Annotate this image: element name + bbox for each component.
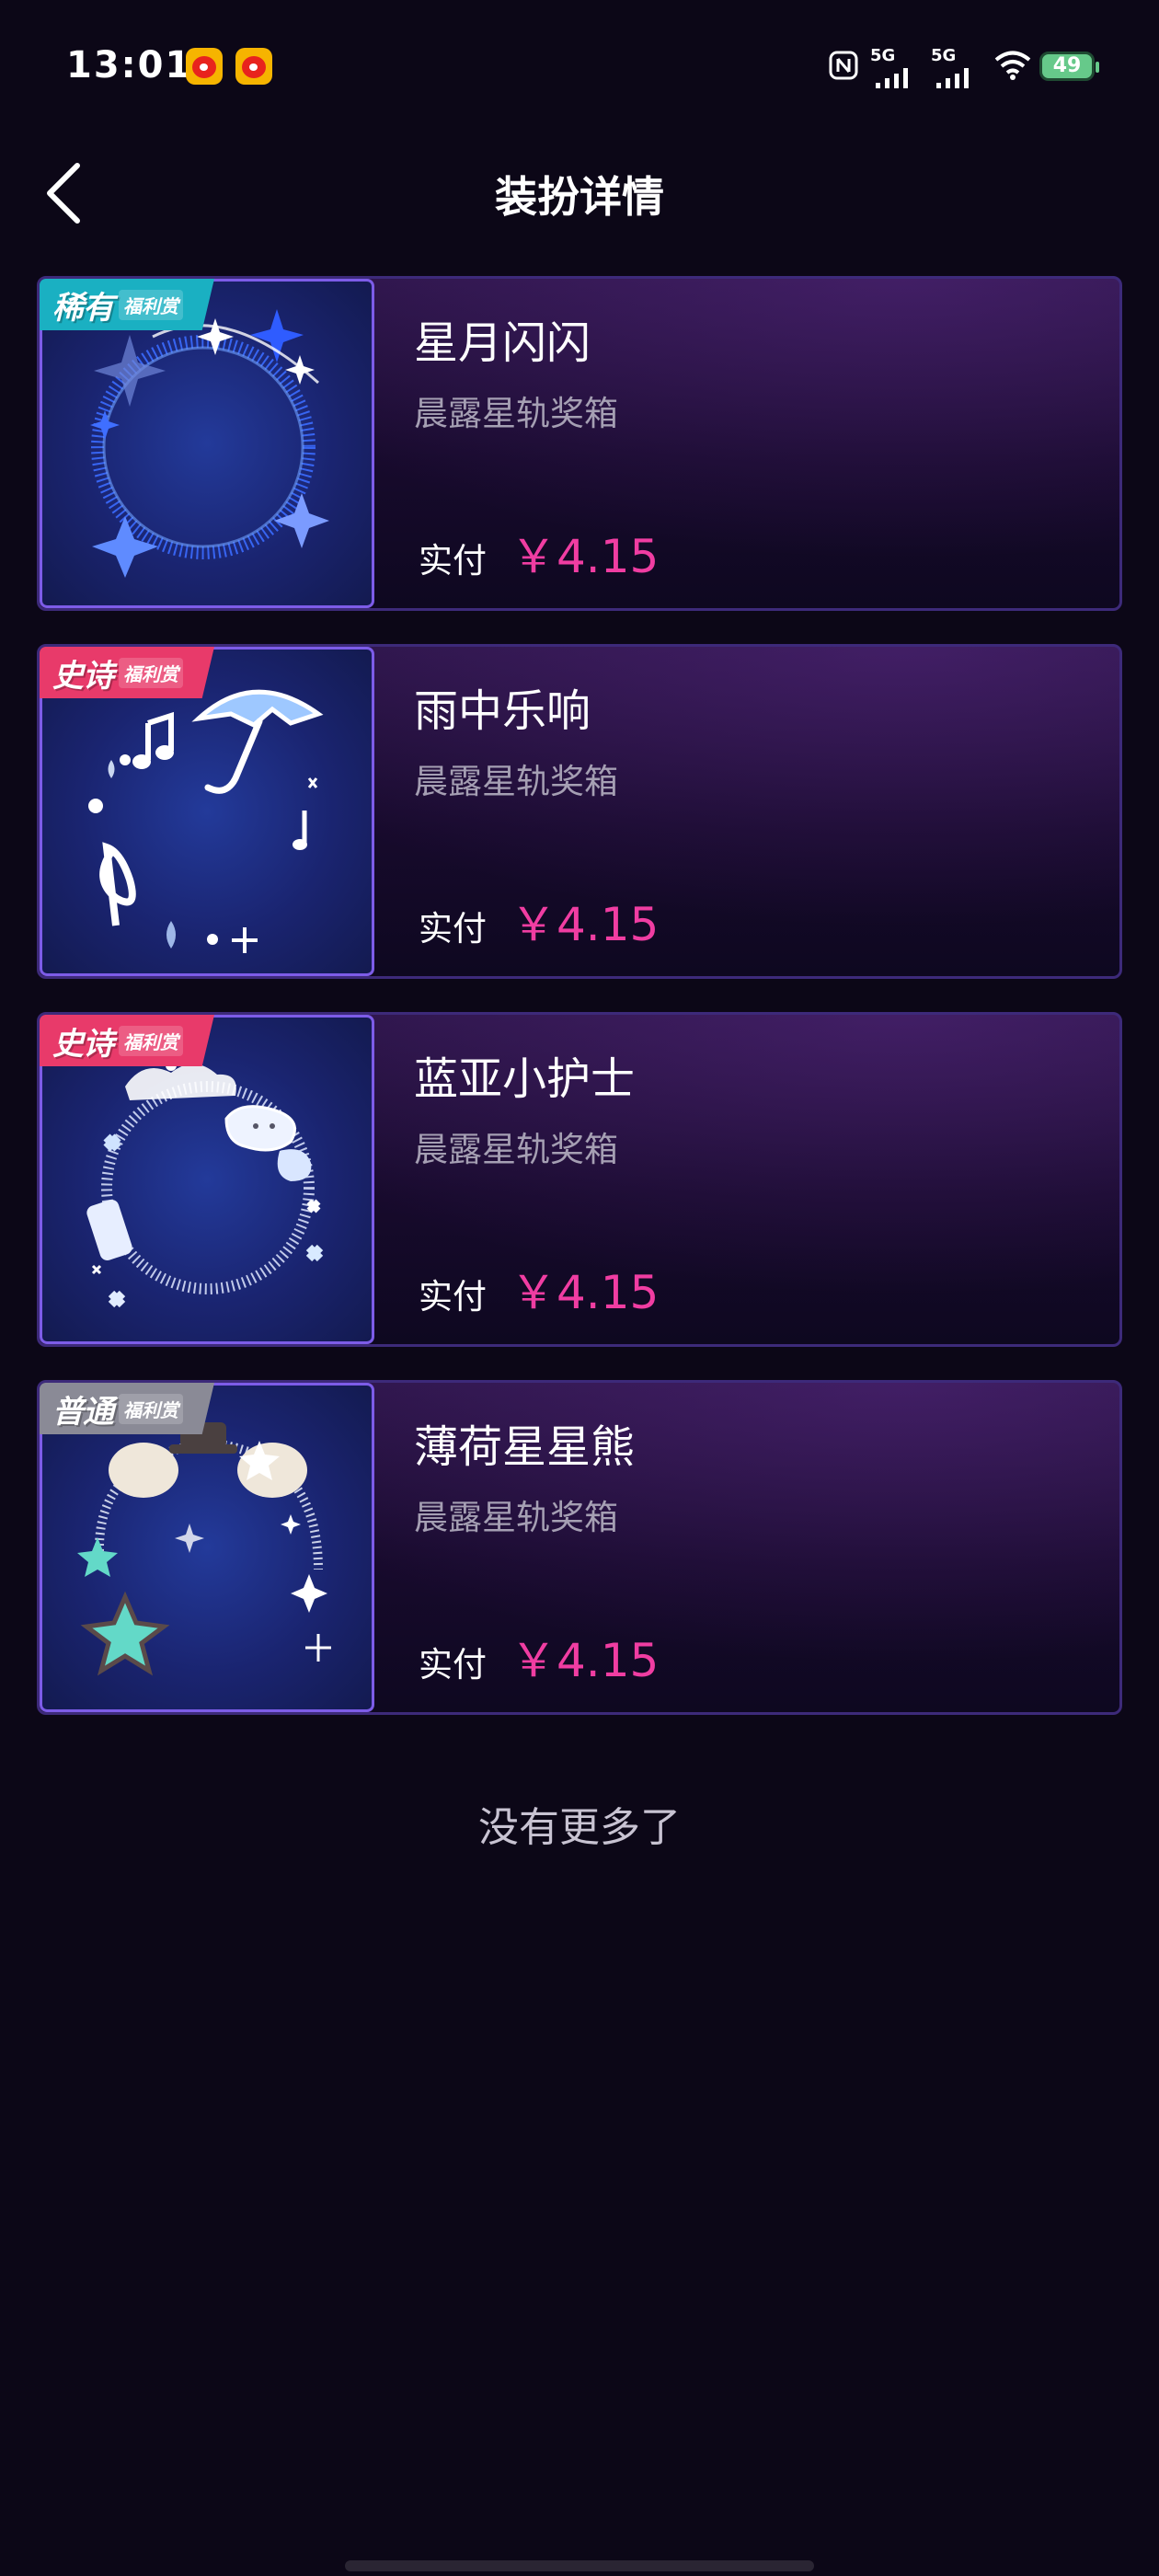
- price-row: 实付 ￥4.15: [419, 888, 659, 954]
- page-header: 装扮详情: [0, 138, 1159, 248]
- item-card[interactable]: 稀有 福利赏 星月闪闪 晨露星轨奖箱 实付 ￥4.15: [37, 276, 1122, 611]
- rarity-label: 稀有: [52, 289, 114, 327]
- item-source: 晨露星轨奖箱: [414, 1498, 618, 1537]
- wifi-icon: [994, 51, 1031, 80]
- status-bar: 13:01 5G 5G 49: [0, 0, 1159, 138]
- item-info: 薄荷星星熊 晨露星轨奖箱 实付 ￥4.15: [414, 1383, 1101, 1712]
- item-info: 蓝亚小护士 晨露星轨奖箱 实付 ￥4.15: [414, 1015, 1101, 1344]
- item-name: 薄荷星星熊: [414, 1421, 636, 1473]
- price-value: ￥4.15: [511, 1634, 660, 1687]
- price-row: 实付 ￥4.15: [419, 520, 659, 586]
- rarity-sub-label: 福利赏: [119, 289, 183, 320]
- item-card[interactable]: 普通 福利赏 薄荷星星熊 晨露星轨奖箱 实付 ￥4.15: [37, 1380, 1122, 1715]
- weibo-icon: [186, 48, 223, 85]
- item-source: 晨露星轨奖箱: [414, 394, 618, 433]
- price-row: 实付 ￥4.15: [419, 1256, 659, 1322]
- price-row: 实付 ￥4.15: [419, 1624, 659, 1690]
- item-info: 雨中乐响 晨露星轨奖箱 实付 ￥4.15: [414, 647, 1101, 976]
- signal-icon: [936, 63, 969, 88]
- rarity-badge: 稀有 福利赏: [40, 279, 214, 330]
- item-name: 蓝亚小护士: [414, 1053, 636, 1105]
- item-name: 雨中乐响: [414, 685, 591, 737]
- rarity-badge: 史诗 福利赏: [40, 1015, 214, 1066]
- item-name: 星月闪闪: [414, 317, 591, 369]
- home-indicator[interactable]: [345, 2560, 814, 2571]
- status-time: 13:01: [66, 44, 193, 86]
- item-source: 晨露星轨奖箱: [414, 762, 618, 801]
- price-label: 实付: [419, 1645, 487, 1685]
- weibo-icon: [235, 48, 272, 85]
- rarity-sub-label: 福利赏: [119, 1393, 183, 1424]
- price-label: 实付: [419, 909, 487, 949]
- item-card[interactable]: 史诗 福利赏 雨中乐响 晨露星轨奖箱 实付 ￥4.15: [37, 644, 1122, 979]
- item-info: 星月闪闪 晨露星轨奖箱 实付 ￥4.15: [414, 279, 1101, 608]
- price-value: ￥4.15: [511, 1266, 660, 1319]
- item-source: 晨露星轨奖箱: [414, 1130, 618, 1169]
- rarity-sub-label: 福利赏: [119, 1025, 183, 1056]
- rarity-label: 普通: [52, 1393, 114, 1431]
- rarity-sub-label: 福利赏: [119, 657, 183, 688]
- list-end-text: 没有更多了: [478, 1804, 681, 1851]
- price-value: ￥4.15: [511, 530, 660, 583]
- rarity-badge: 普通 福利赏: [40, 1383, 214, 1434]
- price-value: ￥4.15: [511, 898, 660, 951]
- item-list: 稀有 福利赏 星月闪闪 晨露星轨奖箱 实付 ￥4.15 史诗 福利赏 雨中乐响 …: [37, 276, 1122, 1748]
- nfc-icon: [829, 51, 858, 80]
- price-label: 实付: [419, 541, 487, 581]
- battery-icon: 49: [1039, 52, 1099, 81]
- signal-icon: [876, 63, 908, 88]
- item-card[interactable]: 史诗 福利赏 蓝亚小护士 晨露星轨奖箱 实付 ￥4.15: [37, 1012, 1122, 1347]
- price-label: 实付: [419, 1277, 487, 1317]
- status-icons: 5G 5G 49: [828, 37, 1159, 92]
- rarity-badge: 史诗 福利赏: [40, 647, 214, 698]
- rarity-label: 史诗: [52, 657, 114, 695]
- page-title: 装扮详情: [495, 172, 664, 222]
- rarity-label: 史诗: [52, 1025, 114, 1063]
